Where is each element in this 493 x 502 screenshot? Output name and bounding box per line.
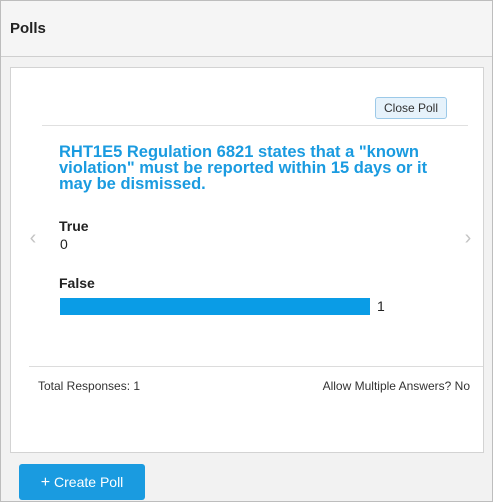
close-poll-button[interactable]: Close Poll [375, 97, 447, 119]
plus-icon: + [40, 474, 51, 491]
poll-question: RHT1E5 Regulation 6821 states that a "kn… [59, 143, 428, 193]
poll-card: Close Poll RHT1E5 Regulation 6821 states… [10, 67, 484, 453]
option-bar-false [60, 298, 370, 315]
chevron-right-icon[interactable]: › [460, 228, 476, 248]
create-poll-label: Create Poll [54, 474, 124, 490]
divider [42, 125, 468, 126]
option-bar-fill-false [60, 298, 370, 315]
total-responses: Total Responses: 1 [38, 379, 141, 393]
option-count-true: 0 [60, 236, 68, 252]
polls-panel: Polls Close Poll RHT1E5 Regulation 6821 … [0, 0, 493, 502]
option-count-false: 1 [377, 298, 385, 314]
create-poll-button[interactable]: + Create Poll [19, 464, 145, 500]
panel-title: Polls [10, 20, 46, 37]
divider [29, 366, 483, 367]
panel-header: Polls [1, 1, 492, 57]
option-label-false: False [59, 275, 95, 291]
option-label-true: True [59, 218, 89, 234]
chevron-left-icon[interactable]: ‹ [25, 228, 41, 248]
allow-multiple-answers: Allow Multiple Answers? No [322, 379, 470, 393]
